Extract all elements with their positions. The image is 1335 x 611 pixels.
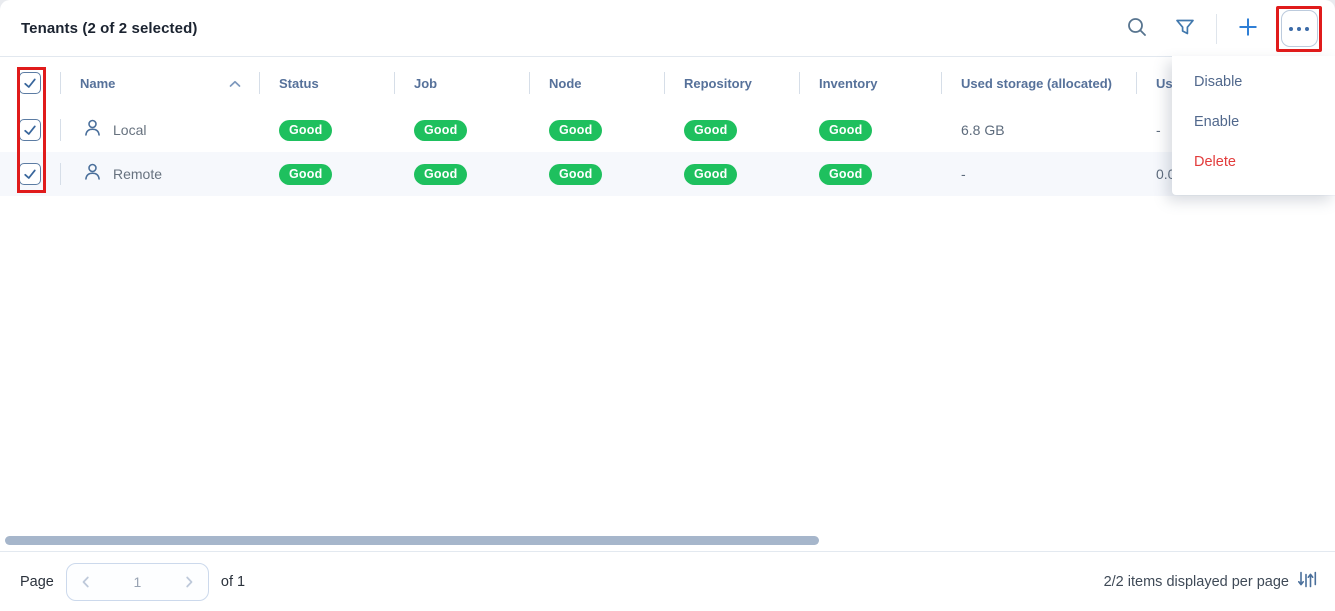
tenants-page: Tenants (2 of 2 selected): [0, 0, 1335, 611]
more-actions-button[interactable]: [1281, 10, 1318, 47]
more-actions-wrap: [1277, 7, 1321, 51]
column-header-name[interactable]: Name: [60, 76, 259, 91]
used-storage-value: -: [941, 166, 1136, 182]
horizontal-scrollbar-track[interactable]: [0, 533, 1335, 548]
select-all-checkbox[interactable]: [19, 72, 41, 94]
table-row-remote[interactable]: Remote Good Good Good Good Good - 0.0: [0, 152, 1335, 196]
toolbar-actions: [1118, 0, 1321, 57]
node-badge: Good: [549, 120, 602, 141]
select-all-cell: [0, 72, 60, 94]
column-header-job[interactable]: Job: [394, 76, 529, 91]
previous-page-button[interactable]: [79, 575, 93, 589]
page-count-label: of 1: [221, 574, 245, 590]
page-number-input[interactable]: 1: [133, 574, 141, 590]
column-header-status[interactable]: Status: [259, 76, 394, 91]
add-tenant-button[interactable]: [1229, 10, 1267, 48]
column-header-used-storage[interactable]: Used storage (allocated): [941, 76, 1136, 91]
more-actions-menu: Disable Enable Delete: [1172, 56, 1335, 195]
column-header-inventory[interactable]: Inventory: [799, 76, 941, 91]
status-badge: Good: [279, 164, 332, 185]
job-badge: Good: [414, 120, 467, 141]
used-storage-value: 6.8 GB: [941, 122, 1136, 138]
footer: Page 1 of 1 2/2 items displayed per page: [0, 551, 1335, 611]
next-page-button[interactable]: [182, 575, 196, 589]
repository-badge: Good: [684, 120, 737, 141]
toolbar-divider: [1216, 14, 1217, 44]
page-label: Page: [20, 574, 54, 590]
items-per-page-summary: 2/2 items displayed per page: [1104, 574, 1289, 590]
filter-button[interactable]: [1166, 10, 1204, 48]
search-button[interactable]: [1118, 10, 1156, 48]
repository-badge: Good: [684, 164, 737, 185]
horizontal-scrollbar-thumb[interactable]: [5, 536, 819, 545]
column-header-repository[interactable]: Repository: [664, 76, 799, 91]
sort-ascending-icon: [229, 76, 241, 91]
inventory-badge: Good: [819, 164, 872, 185]
tenant-icon: [82, 117, 103, 143]
menu-item-enable[interactable]: Enable: [1172, 102, 1335, 142]
column-header-node[interactable]: Node: [529, 76, 664, 91]
tenant-name-cell: Local: [60, 108, 259, 152]
row-checkbox-local[interactable]: [19, 119, 41, 141]
job-badge: Good: [414, 164, 467, 185]
table-row-local[interactable]: Local Good Good Good Good Good 6.8 GB -: [0, 108, 1335, 152]
footer-right: 2/2 items displayed per page: [1104, 571, 1335, 593]
toolbar: Tenants (2 of 2 selected): [0, 0, 1335, 57]
items-per-page-icon[interactable]: [1298, 571, 1317, 593]
table-header-row: Name Status Job Node Repository Inventor…: [0, 58, 1335, 108]
tenant-icon: [82, 161, 103, 187]
page-title: Tenants (2 of 2 selected): [0, 20, 197, 37]
search-icon: [1126, 16, 1148, 41]
ellipsis-icon: [1289, 27, 1293, 31]
menu-item-disable[interactable]: Disable: [1172, 62, 1335, 102]
row-checkbox-remote[interactable]: [19, 163, 41, 185]
node-badge: Good: [549, 164, 602, 185]
inventory-badge: Good: [819, 120, 872, 141]
pager-control: 1: [66, 563, 209, 601]
filter-funnel-icon: [1174, 16, 1196, 41]
status-badge: Good: [279, 120, 332, 141]
plus-icon: [1236, 15, 1260, 42]
tenant-name-cell: Remote: [60, 152, 259, 196]
menu-item-delete[interactable]: Delete: [1172, 142, 1335, 182]
